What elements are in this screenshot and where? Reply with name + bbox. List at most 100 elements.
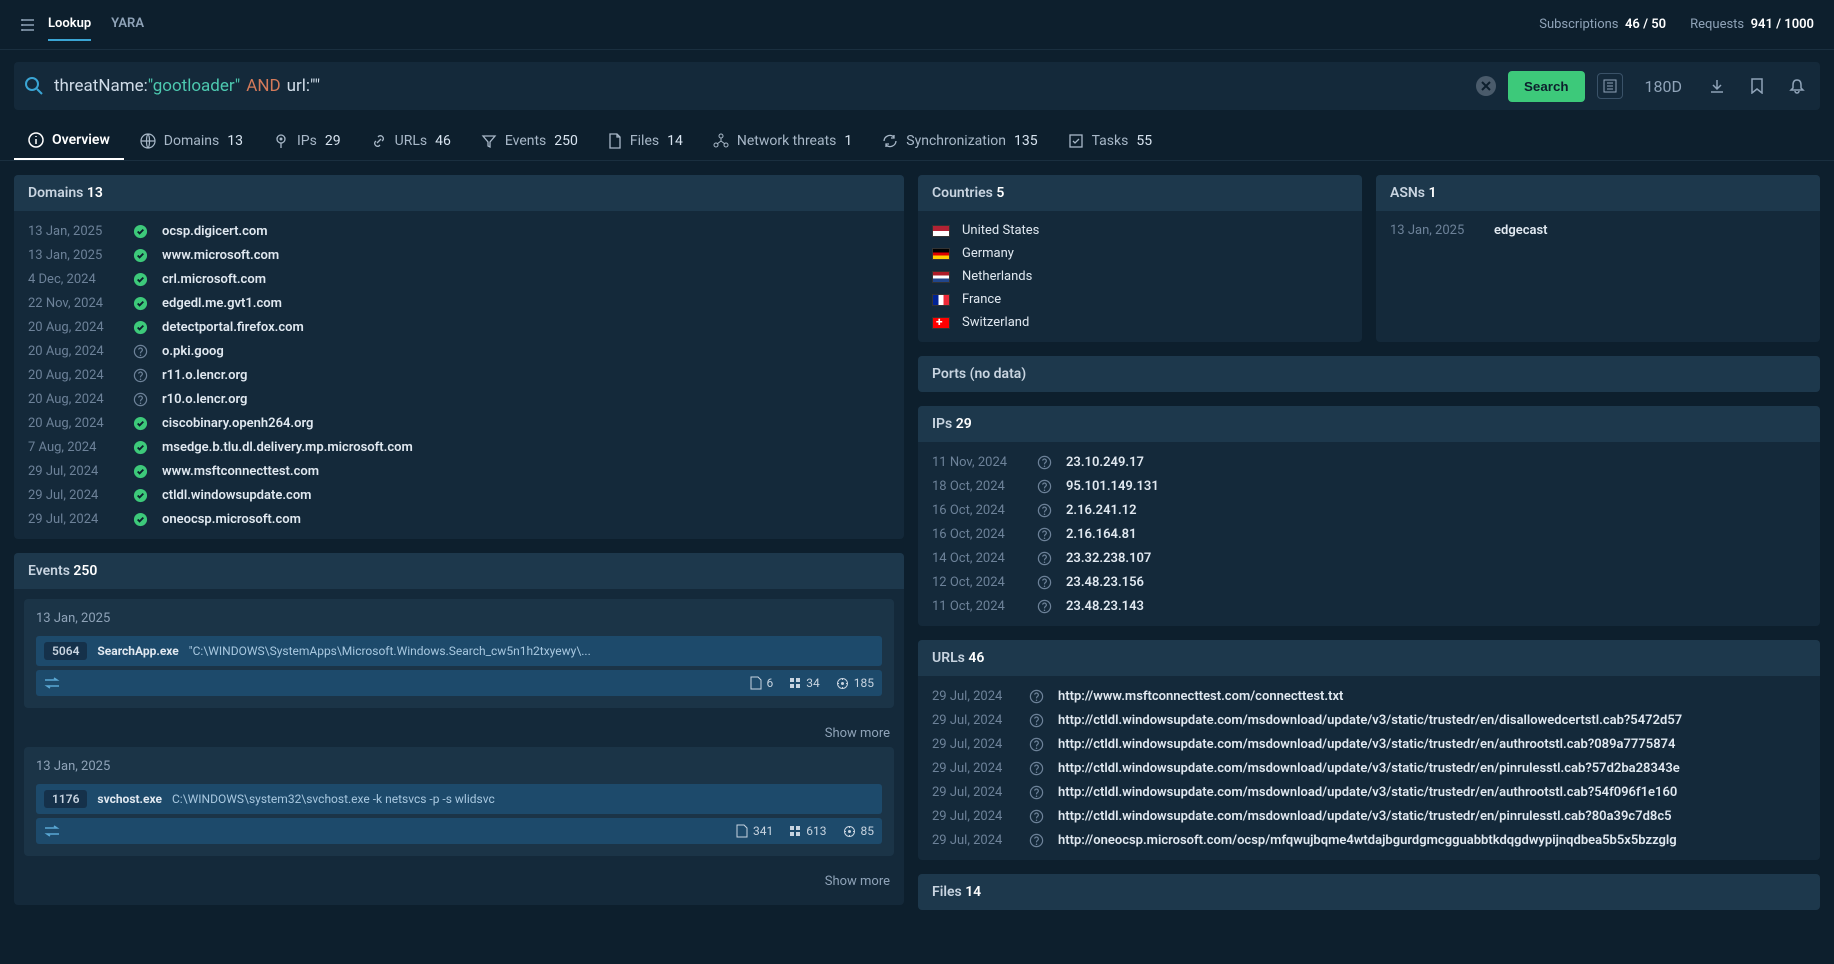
event-date: 13 Jan, 2025 — [36, 611, 882, 626]
country-name: France — [962, 292, 1001, 307]
domain-name: ocsp.digicert.com — [162, 224, 268, 239]
tab-label: Events — [505, 133, 546, 149]
show-more-link[interactable]: Show more — [24, 868, 894, 895]
ip-row[interactable]: 11 Nov, 202423.10.249.17 — [932, 450, 1806, 474]
event-stats-row: 341 613 85 — [36, 818, 882, 844]
filter-tab-urls[interactable]: URLs 46 — [357, 122, 465, 160]
ip-row[interactable]: 12 Oct, 202423.48.23.156 — [932, 570, 1806, 594]
status-unknown-icon — [1028, 760, 1044, 776]
search-icon — [24, 76, 44, 96]
url-row[interactable]: 29 Jul, 2024http://oneocsp.microsoft.com… — [932, 828, 1806, 852]
ip-address: 2.16.164.81 — [1066, 527, 1137, 542]
tab-count: 1 — [844, 133, 852, 149]
asn-name: edgecast — [1494, 223, 1548, 238]
event-process-row[interactable]: 1176 svchost.exe C:\WINDOWS\system32\svc… — [36, 784, 882, 814]
domain-row[interactable]: 20 Aug, 2024o.pki.goog — [28, 339, 890, 363]
date-cell: 22 Nov, 2024 — [28, 296, 118, 311]
search-input[interactable]: threatName:"gootloader" AND url:"" — [54, 76, 1476, 96]
status-unknown-icon — [1028, 736, 1044, 752]
filter-tab-events[interactable]: Events 250 — [467, 122, 592, 160]
tab-label: Overview — [52, 132, 110, 148]
nav-tab-yara[interactable]: YARA — [111, 8, 144, 41]
date-cell: 11 Oct, 2024 — [932, 599, 1022, 614]
filter-tab-tasks[interactable]: Tasks 55 — [1054, 122, 1167, 160]
filter-tab-files[interactable]: Files 14 — [594, 122, 697, 160]
ip-row[interactable]: 16 Oct, 2024 2.16.164.81 — [932, 522, 1806, 546]
ip-row[interactable]: 16 Oct, 20242.16.241.12 — [932, 498, 1806, 522]
domain-row[interactable]: 13 Jan, 2025www.microsoft.com — [28, 243, 890, 267]
status-unknown-icon — [1028, 784, 1044, 800]
modules-stat: 613 — [789, 824, 826, 838]
pid-badge: 5064 — [44, 642, 87, 660]
clear-button[interactable] — [1476, 76, 1496, 96]
tab-label: IPs — [297, 133, 317, 149]
list-view-icon[interactable] — [1597, 73, 1623, 99]
status-unknown-icon — [1036, 550, 1052, 566]
url-row[interactable]: 29 Jul, 2024http://ctldl.windowsupdate.c… — [932, 708, 1806, 732]
flag-fr-icon — [932, 294, 950, 306]
ip-row[interactable]: 11 Oct, 202423.48.23.143 — [932, 594, 1806, 618]
menu-icon[interactable] — [20, 17, 36, 33]
download-icon[interactable] — [1704, 73, 1730, 99]
country-row[interactable]: Germany — [932, 242, 1348, 265]
country-row[interactable]: United States — [932, 219, 1348, 242]
domain-row[interactable]: 4 Dec, 2024crl.microsoft.com — [28, 267, 890, 291]
process-path: C:\WINDOWS\system32\svchost.exe -k netsv… — [172, 792, 874, 806]
nav-tab-lookup[interactable]: Lookup — [48, 8, 91, 41]
search-button[interactable]: Search — [1508, 71, 1584, 102]
bookmark-icon[interactable] — [1744, 73, 1770, 99]
filter-tabs: OverviewDomains 13IPs 29URLs 46Events 25… — [0, 122, 1834, 161]
asn-row[interactable]: 13 Jan, 2025edgecast — [1390, 219, 1806, 242]
domain-row[interactable]: 7 Aug, 2024msedge.b.tlu.dl.delivery.mp.m… — [28, 435, 890, 459]
date-cell: 13 Jan, 2025 — [28, 248, 118, 263]
date-cell: 29 Jul, 2024 — [932, 761, 1014, 776]
country-row[interactable]: Netherlands — [932, 265, 1348, 288]
ip-row[interactable]: 14 Oct, 202423.32.238.107 — [932, 546, 1806, 570]
swap-icon — [44, 677, 60, 689]
domain-row[interactable]: 20 Aug, 2024ciscobinary.openh264.org — [28, 411, 890, 435]
top-stats: Subscriptions 46 / 50 Requests 941 / 100… — [1539, 17, 1814, 32]
tab-label: Tasks — [1092, 133, 1129, 149]
swap-icon — [44, 825, 60, 837]
domain-row[interactable]: 20 Aug, 2024detectportal.firefox.com — [28, 315, 890, 339]
event-card: 13 Jan, 2025 5064 SearchApp.exe "C:\WIND… — [24, 599, 894, 708]
domain-row[interactable]: 13 Jan, 2025ocsp.digicert.com — [28, 219, 890, 243]
countries-header: Countries 5 — [918, 175, 1362, 211]
country-row[interactable]: Switzerland — [932, 311, 1348, 334]
ip-row[interactable]: 18 Oct, 202495.101.149.131 — [932, 474, 1806, 498]
status-unknown-icon — [132, 367, 148, 383]
nav-tabs: Lookup YARA — [48, 8, 1539, 41]
filter-tab-synchronization[interactable]: Synchronization 135 — [868, 122, 1051, 160]
content: Domains 13 13 Jan, 2025ocsp.digicert.com… — [0, 161, 1834, 924]
date-cell: 29 Jul, 2024 — [932, 713, 1014, 728]
ip-address: 2.16.241.12 — [1066, 503, 1137, 518]
filter-tab-domains[interactable]: Domains 13 — [126, 122, 257, 160]
file-icon — [608, 133, 622, 149]
filter-tab-overview[interactable]: Overview — [14, 122, 124, 160]
domain-row[interactable]: 29 Jul, 2024ctldl.windowsupdate.com — [28, 483, 890, 507]
date-cell: 16 Oct, 2024 — [932, 527, 1022, 542]
status-ok-icon — [132, 295, 148, 311]
url-row[interactable]: 29 Jul, 2024http://ctldl.windowsupdate.c… — [932, 732, 1806, 756]
domain-row[interactable]: 22 Nov, 2024edgedl.me.gvt1.com — [28, 291, 890, 315]
show-more-link[interactable]: Show more — [24, 720, 894, 747]
domain-row[interactable]: 20 Aug, 2024r11.o.lencr.org — [28, 363, 890, 387]
time-range[interactable]: 180D — [1645, 77, 1682, 96]
domain-row[interactable]: 29 Jul, 2024www.msftconnecttest.com — [28, 459, 890, 483]
filter-tab-network-threats[interactable]: Network threats 1 — [699, 122, 866, 160]
domain-name: ciscobinary.openh264.org — [162, 416, 313, 431]
url-row[interactable]: 29 Jul, 2024http://www.msftconnecttest.c… — [932, 684, 1806, 708]
files-header: Files 14 — [918, 874, 1820, 910]
url-row[interactable]: 29 Jul, 2024http://ctldl.windowsupdate.c… — [932, 756, 1806, 780]
filter-icon — [481, 133, 497, 149]
domain-row[interactable]: 29 Jul, 2024oneocsp.microsoft.com — [28, 507, 890, 531]
tab-count: 29 — [325, 133, 341, 149]
url-row[interactable]: 29 Jul, 2024http://ctldl.windowsupdate.c… — [932, 780, 1806, 804]
country-row[interactable]: France — [932, 288, 1348, 311]
url-row[interactable]: 29 Jul, 2024http://ctldl.windowsupdate.c… — [932, 804, 1806, 828]
filter-tab-ips[interactable]: IPs 29 — [259, 122, 355, 160]
event-process-row[interactable]: 5064 SearchApp.exe "C:\WINDOWS\SystemApp… — [36, 636, 882, 666]
registry-stat: 85 — [843, 824, 875, 838]
domain-row[interactable]: 20 Aug, 2024r10.o.lencr.org — [28, 387, 890, 411]
bell-icon[interactable] — [1784, 73, 1810, 99]
